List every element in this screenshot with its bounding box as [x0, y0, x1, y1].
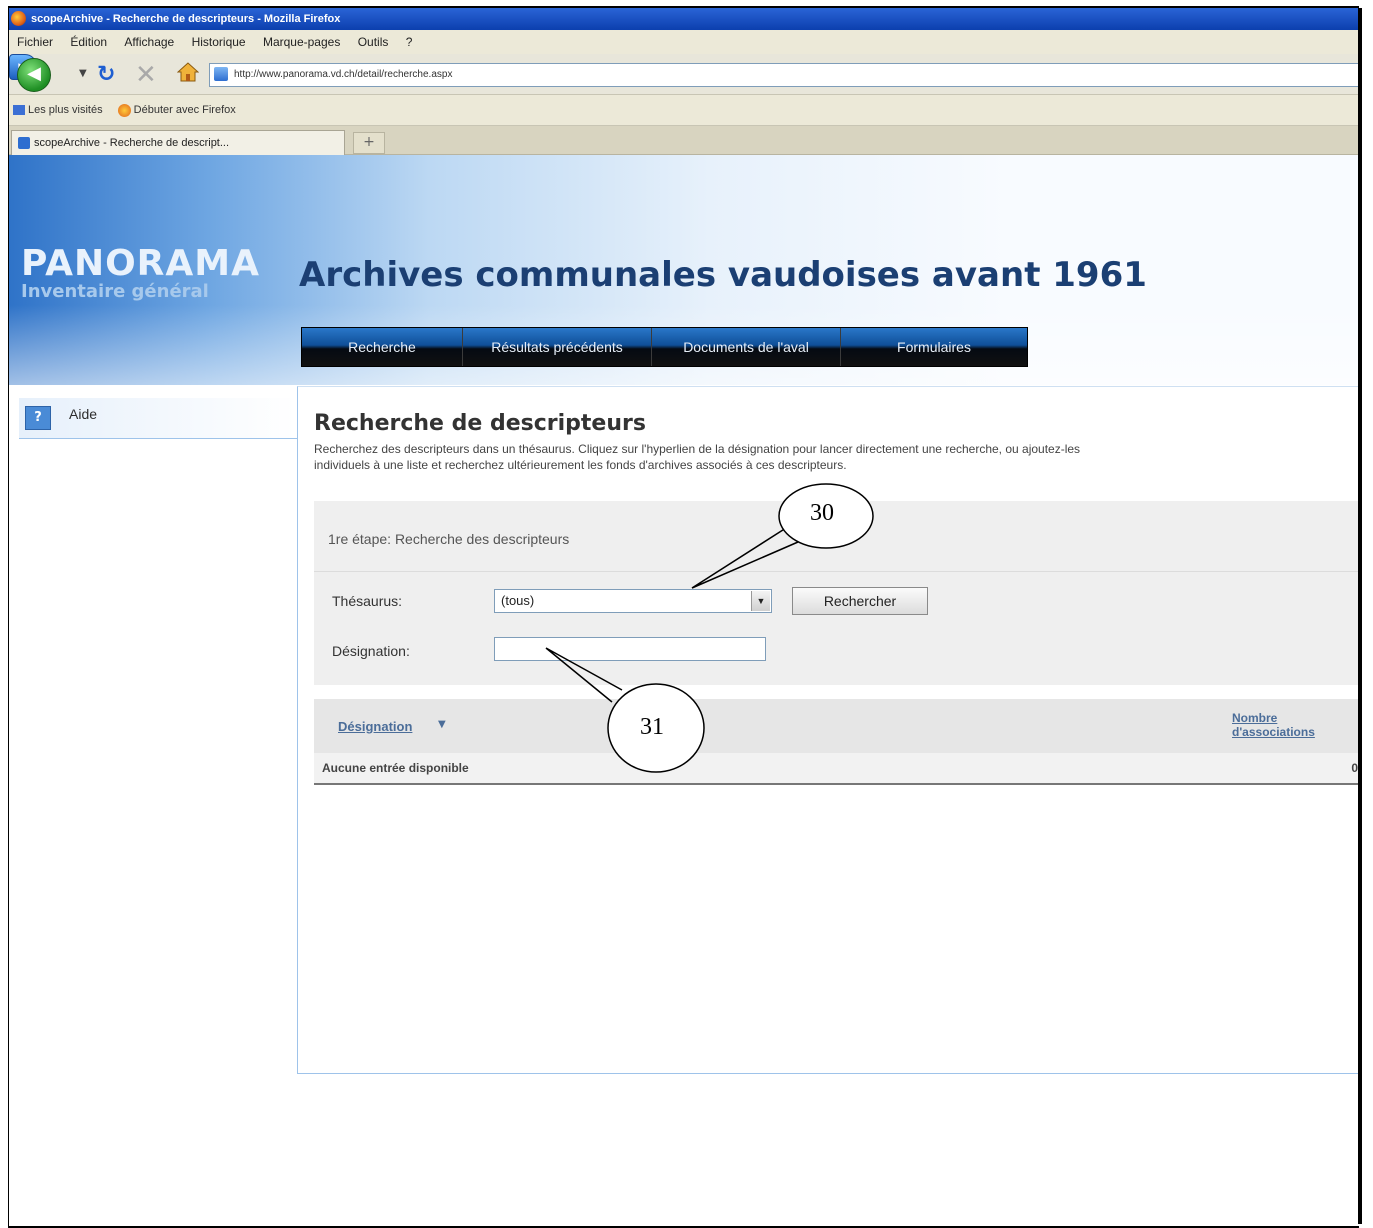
page-title: Recherche de descripteurs [314, 411, 646, 436]
menu-bookmarks[interactable]: Marque-pages [263, 30, 340, 54]
bookmark-getting-started[interactable]: Débuter avec Firefox [117, 95, 236, 125]
callout-number-31: 31 [640, 714, 664, 740]
column-header-line: Nombre [1232, 711, 1278, 725]
home-icon[interactable] [177, 62, 199, 82]
sidebar-item-label: Aide [69, 406, 98, 422]
window-titlebar: scopeArchive - Recherche de descripteurs… [9, 8, 1359, 30]
logo-title[interactable]: PANORAMA [21, 243, 260, 284]
thesaurus-select[interactable]: (tous) ▼ [494, 589, 772, 613]
navigation-toolbar: ◀ ▶ ▼ ↻ ✕ http://www.panorama.vd.ch/deta… [9, 54, 1359, 95]
menu-tools[interactable]: Outils [358, 30, 389, 54]
column-header-associations[interactable]: Nombre d'associations [1232, 711, 1359, 739]
nav-documents-aval[interactable]: Documents de l'aval [652, 328, 841, 366]
column-header-line: d'associations [1232, 725, 1315, 739]
search-button[interactable]: Rechercher [792, 587, 928, 615]
table-row: Aucune entrée disponible 0 [314, 753, 1359, 785]
menu-file[interactable]: Fichier [17, 30, 53, 54]
frame-edge [1358, 8, 1362, 1224]
menu-edit[interactable]: Édition [70, 30, 107, 54]
bookmark-label: Les plus visités [28, 104, 103, 116]
site-favicon-icon [214, 67, 228, 81]
browser-window: scopeArchive - Recherche de descripteurs… [8, 6, 1359, 1228]
content-panel: Recherche de descripteurs Recherchez des… [297, 386, 1359, 1074]
back-arrow-icon: ◀ [27, 63, 41, 84]
help-icon: ? [25, 406, 51, 430]
logo-subtitle: Inventaire général [21, 281, 209, 302]
chevron-down-icon[interactable]: ▼ [751, 591, 770, 611]
nav-recherche[interactable]: Recherche [302, 328, 463, 366]
menu-history[interactable]: Historique [192, 30, 246, 54]
results-table-header: Désignation ▼ Nombre d'associations [314, 699, 1359, 755]
history-dropdown-icon[interactable]: ▼ [79, 68, 87, 79]
step-label: 1re étape: Recherche des descripteurs [328, 531, 570, 547]
site-title: Archives communales vaudoises avant 1961 [299, 255, 1147, 295]
empty-count: 0 [1351, 761, 1358, 775]
tab-favicon-icon [18, 137, 30, 150]
tab-active[interactable]: scopeArchive - Recherche de descript... [11, 130, 345, 155]
empty-message: Aucune entrée disponible [322, 761, 469, 775]
reload-icon[interactable]: ↻ [97, 62, 115, 87]
menu-bar: Fichier Édition Affichage Historique Mar… [9, 30, 1359, 55]
url-bar[interactable]: http://www.panorama.vd.ch/detail/recherc… [209, 63, 1359, 87]
tab-bar: scopeArchive - Recherche de descript... … [9, 126, 1359, 155]
bookmark-most-visited[interactable]: Les plus visités [13, 95, 103, 125]
sidebar-item-help[interactable]: ? Aide [19, 398, 297, 439]
column-header-designation[interactable]: Désignation [338, 719, 412, 734]
window-title: scopeArchive - Recherche de descripteurs… [31, 13, 341, 25]
designation-input[interactable] [494, 637, 766, 661]
thesaurus-label: Thésaurus: [332, 593, 403, 609]
tab-label: scopeArchive - Recherche de descript... [34, 137, 230, 149]
thesaurus-selected-value: (tous) [501, 593, 535, 608]
stop-icon[interactable]: ✕ [135, 60, 157, 90]
nav-formulaires[interactable]: Formulaires [841, 328, 1027, 366]
divider [314, 571, 1359, 572]
page-description: Recherchez des descripteurs dans un thés… [314, 441, 1359, 473]
page-header: PANORAMA Inventaire général Archives com… [9, 155, 1359, 385]
new-tab-button[interactable]: + [353, 132, 385, 154]
url-text: http://www.panorama.vd.ch/detail/recherc… [234, 69, 453, 80]
bookmarks-toolbar: Les plus visités Débuter avec Firefox [9, 95, 1359, 126]
firefox-bookmark-icon [117, 103, 131, 117]
bookmark-folder-icon [13, 105, 25, 116]
search-form: 1re étape: Recherche des descripteurs Th… [314, 501, 1359, 685]
nav-resultats-precedents[interactable]: Résultats précédents [463, 328, 652, 366]
designation-label: Désignation: [332, 643, 410, 659]
description-line-1: Recherchez des descripteurs dans un thés… [314, 442, 1081, 456]
bookmark-label: Débuter avec Firefox [133, 104, 236, 116]
description-line-2: individuels à une liste et recherchez ul… [314, 458, 847, 472]
menu-help[interactable]: ? [406, 30, 413, 54]
callout-number-30: 30 [810, 500, 834, 526]
back-button[interactable]: ◀ [17, 58, 51, 92]
menu-view[interactable]: Affichage [124, 30, 174, 54]
main-nav: Recherche Résultats précédents Documents… [301, 327, 1028, 367]
sort-arrow-icon: ▼ [438, 719, 446, 730]
firefox-icon [11, 11, 26, 26]
